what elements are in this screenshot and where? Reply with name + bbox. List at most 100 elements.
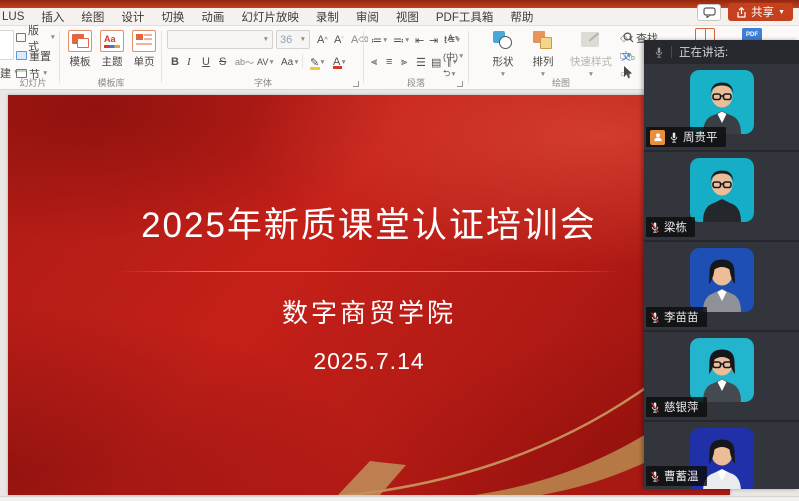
participant-tile[interactable]: 周贵平 [644,64,799,150]
increase-indent-button[interactable]: ⇥ [426,31,441,49]
font-color-button[interactable]: A▼ [330,53,350,71]
search-icon [623,32,634,43]
italic-label: I [187,56,191,68]
char-spacing-button[interactable]: AV▼ [254,53,278,71]
menubar-right-actions: 共享 ▼ [697,3,793,21]
share-icon [736,7,747,18]
menu-item-8[interactable]: 审阅 [356,9,379,25]
font-group-label: 字体 [164,76,362,89]
grow-font-button[interactable]: A^ [314,31,331,49]
participant-name-label: 慈银萍 [646,397,707,417]
participant-name: 周贵平 [683,129,718,145]
template-library-group-label: 模板库 [62,76,160,89]
align-text-button[interactable]: (中)▼ [440,47,467,65]
char-spacing-label: AV [257,57,268,67]
comment-button[interactable] [697,4,721,21]
participant-name: 李苗苗 [664,309,699,325]
strikethrough-label: S [219,56,226,68]
underline-button[interactable]: U [199,53,213,71]
mic-icon [650,470,660,483]
bold-button[interactable]: B [168,53,182,71]
translate-icon[interactable]: 文b [621,48,635,63]
meeting-panel-header: 正在讲话: [644,40,799,64]
slides-group-label: 幻灯片 [4,76,62,89]
participant-tile[interactable]: 李苗苗 [644,240,799,330]
menu-item-10[interactable]: PDF工具箱 [436,9,494,25]
shapes-button[interactable]: 形状 ▼ [487,30,519,78]
ribbon-group-slides: 建▼ 版式▼ 重置 节▼ 幻灯片 [0,26,58,90]
shapes-label: 形状 [493,54,514,69]
highlight-pen-icon: ✎ [310,56,319,69]
text-direction-button[interactable]: ↕A▼ [440,29,463,47]
theme-button[interactable]: Aa 主题 [96,30,128,69]
menu-item-4[interactable]: 切换 [161,9,184,25]
highlight-color-button[interactable]: ✎▼ [307,53,329,71]
slide-date: 2025.7.14 [8,348,730,375]
participant-name-label: 梁栋 [646,217,695,237]
reset-button[interactable]: 重置 [14,47,53,64]
reset-icon [16,51,27,60]
numbering-button[interactable]: ≕▼ [390,31,413,49]
bullets-button[interactable]: ≔▼ [368,31,391,49]
bold-label: B [171,56,179,68]
theme-icon: Aa [100,30,124,52]
participant-avatar [690,158,754,222]
single-page-icon [132,30,156,52]
participant-name-label: 周贵平 [646,127,726,147]
reset-label: 重置 [29,48,51,64]
menu-item-0[interactable]: LUS [2,11,24,23]
participant-tile[interactable]: 曹蓄温 [644,420,799,489]
participant-name-label: 曹蓄温 [646,466,707,486]
clear-format-label: A [351,34,358,46]
change-case-button[interactable]: Aa▼ [278,53,303,71]
select-cursor-icon[interactable] [623,66,633,84]
comment-bubble-icon [703,7,716,18]
font-dialog-launcher[interactable] [353,81,359,87]
template-label: 模板 [70,54,91,69]
shrink-font-label: A [334,34,341,46]
share-label: 共享 [751,4,774,20]
justify-button[interactable]: ☰ [413,53,429,71]
new-slide-icon[interactable] [0,30,14,60]
menu-item-9[interactable]: 视图 [396,9,419,25]
menu-item-3[interactable]: 设计 [121,9,144,25]
align-left-button[interactable]: ⫷ [368,53,380,71]
smartart-convert-button[interactable]: ⮌▼ [440,65,460,83]
strikethrough-button[interactable]: S [216,53,229,71]
shrink-font-button[interactable]: Aˇ [331,31,347,49]
decrease-indent-button[interactable]: ⇤ [412,31,427,49]
window-titlebar [0,0,799,8]
slide[interactable]: 2025年新质课堂认证培训会 数字商贸学院 2025.7.14 [8,95,730,495]
arrange-button[interactable]: 排列 ▼ [527,30,559,78]
slide-subtitle: 数字商贸学院 [8,293,730,330]
italic-button[interactable]: I [184,53,194,71]
share-button[interactable]: 共享 ▼ [728,3,793,21]
participant-tile[interactable]: 梁栋 [644,150,799,240]
single-page-button[interactable]: 单页 [128,30,160,69]
change-case-label: Aa [281,57,293,68]
align-center-button[interactable]: ≡ [383,53,395,71]
font-size-combo[interactable]: 36▼ [276,30,310,49]
mic-icon [669,131,679,144]
pinyin-label: ab [235,57,245,67]
font-size-value: 36 [280,34,292,46]
menu-item-2[interactable]: 绘图 [81,9,104,25]
quick-styles-button[interactable]: 快速样式 ▼ [567,30,615,78]
align-right-button[interactable]: ⫸ [398,53,410,71]
template-button[interactable]: 模板 [64,30,96,69]
arrange-label: 排列 [533,54,554,69]
participant-tile[interactable]: 慈银萍 [644,330,799,420]
menu-item-11[interactable]: 帮助 [510,9,533,25]
template-icon [68,30,92,52]
menu-item-6[interactable]: 幻灯片放映 [241,9,299,25]
speaking-mic-icon [654,46,664,59]
mic-icon [650,401,660,414]
share-caret-icon: ▼ [778,9,785,16]
meeting-panel: 正在讲话: [644,40,799,489]
menu-item-5[interactable]: 动画 [201,9,224,25]
layout-button[interactable]: 版式▼ [14,29,58,46]
font-name-combo[interactable]: ▼ [167,30,273,49]
menu-item-7[interactable]: 录制 [316,9,339,25]
theme-label: 主题 [102,54,123,69]
participant-list: 周贵平 [644,64,799,489]
